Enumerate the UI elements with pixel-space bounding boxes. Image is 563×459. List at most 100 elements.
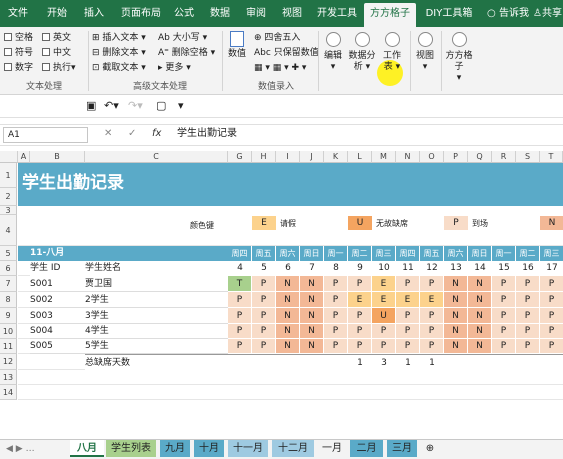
tab-insert[interactable]: 插入 [80,0,108,27]
checkbox-symbol[interactable]: 符号 [4,47,33,59]
row-header[interactable]: 9 [0,308,17,324]
tab-fangfang[interactable]: 方方格子 [364,3,416,27]
tab-home[interactable]: 开始 [42,0,72,27]
attendance-cell[interactable]: E [372,292,396,308]
column-header[interactable]: S [516,151,540,163]
column-header[interactable]: A [18,151,30,163]
checkbox-number[interactable]: 数字 [4,62,33,74]
attendance-cell[interactable]: N [468,276,492,292]
attendance-cell[interactable]: P [420,324,444,339]
attendance-cell[interactable]: P [348,324,372,339]
attendance-cell[interactable]: P [516,292,540,308]
attendance-cell[interactable]: P [252,292,276,308]
sheet-tab[interactable]: 一月 [318,440,346,457]
sheet-tab[interactable]: 三月 [387,440,417,457]
view-button[interactable]: 视图 ▾ [412,32,438,73]
attendance-cell[interactable]: N [276,276,300,292]
attendance-cell[interactable]: P [228,292,252,308]
attendance-cell[interactable]: P [516,308,540,324]
attendance-cell[interactable]: P [324,276,348,292]
attendance-cell[interactable]: P [516,324,540,339]
attendance-cell[interactable]: N [444,339,468,354]
sheet-tab[interactable]: 九月 [160,440,190,457]
fangfang-button[interactable]: 方方格子 ▾ [442,32,476,84]
attendance-cell[interactable]: P [324,292,348,308]
case-button[interactable]: Ab 大小写 ▾ [158,32,207,44]
attendance-cell[interactable]: N [468,324,492,339]
row-header[interactable]: 7 [0,276,17,292]
worksheet-button[interactable]: 工作表 ▾ [380,32,404,73]
attendance-cell[interactable]: P [228,324,252,339]
column-header[interactable]: H [252,151,276,163]
row-header[interactable]: 8 [0,292,17,308]
attendance-cell[interactable]: U [372,308,396,324]
sheet-tab[interactable]: 八月 [70,440,104,457]
attendance-cell[interactable]: N [444,292,468,308]
row-header[interactable]: 10 [0,324,17,339]
sheet-tab[interactable]: 十一月 [228,440,268,457]
attendance-cell[interactable]: P [492,339,516,354]
column-header[interactable]: T [540,151,563,163]
attendance-cell[interactable]: P [492,324,516,339]
column-header[interactable]: C [85,151,228,163]
attendance-cell[interactable]: E [348,292,372,308]
row-header[interactable]: 6 [0,261,17,276]
row-header[interactable]: 1 [0,163,17,188]
keep-value-button[interactable]: Abc 只保留数值 [254,47,319,59]
row-header[interactable]: 12 [0,354,17,370]
column-header[interactable]: L [348,151,372,163]
attendance-cell[interactable]: P [396,276,420,292]
cancel-icon[interactable]: ✕ [104,128,112,139]
attendance-cell[interactable]: N [276,308,300,324]
attendance-cell[interactable]: P [348,308,372,324]
enter-icon[interactable]: ✓ [128,128,136,139]
sheet-title[interactable]: 学生出勤记录 [22,170,124,196]
name-box[interactable]: A1 [3,127,88,143]
student-name[interactable]: 3学生 [85,308,228,324]
sheet-tab[interactable]: 学生列表 [106,440,156,457]
attendance-cell[interactable]: E [396,292,420,308]
row-header[interactable]: 3 [0,206,17,215]
attendance-cell[interactable]: T [228,276,252,292]
attendance-cell[interactable]: N [276,324,300,339]
camera-icon[interactable]: ▢ [156,100,166,112]
delete-space-button[interactable]: A⁼ 删除空格 ▾ [158,47,215,59]
tab-review[interactable]: 审阅 [242,0,270,27]
data-analysis-button[interactable]: 数据分析 ▾ [346,32,378,73]
row-header[interactable]: 11 [0,339,17,354]
attendance-cell[interactable]: P [516,276,540,292]
edit-button[interactable]: 编辑 ▾ [321,32,345,73]
attendance-cell[interactable]: P [372,324,396,339]
student-id[interactable]: S001 [30,276,85,292]
attendance-cell[interactable]: P [492,292,516,308]
extract-text-button[interactable]: ⊡ 截取文本 ▾ [92,62,146,74]
tab-file[interactable]: 文件 [4,0,32,27]
column-header[interactable]: O [420,151,444,163]
column-header[interactable]: I [276,151,300,163]
customize-icon[interactable]: ▾ [178,100,184,112]
attendance-cell[interactable]: P [324,308,348,324]
more-button[interactable]: ▸ 更多 ▾ [158,62,191,74]
student-name[interactable]: 贾卫国 [85,276,228,292]
attendance-cell[interactable]: N [444,308,468,324]
attendance-cell[interactable]: N [300,308,324,324]
row-header[interactable]: 5 [0,246,17,261]
attendance-cell[interactable]: P [420,276,444,292]
add-sheet-icon[interactable]: ⊕ [422,440,438,457]
attendance-cell[interactable]: P [228,308,252,324]
attendance-cell[interactable]: P [324,339,348,354]
attendance-cell[interactable]: N [300,339,324,354]
attendance-cell[interactable]: P [348,339,372,354]
formula-input[interactable]: 学生出勤记录 [177,126,237,142]
attendance-cell[interactable]: P [324,324,348,339]
sheet-tab[interactable]: 十月 [194,440,224,457]
save-icon[interactable]: ▣ [86,100,96,112]
undo-icon[interactable]: ↶▾ [104,100,119,112]
column-header[interactable]: M [372,151,396,163]
delete-text-button[interactable]: ⊟ 删除文本 ▾ [92,47,146,59]
checkbox-space[interactable]: 空格 [4,32,33,44]
tab-view[interactable]: 视图 [278,0,306,27]
attendance-cell[interactable]: P [228,339,252,354]
row-header[interactable]: 13 [0,370,17,385]
attendance-cell[interactable]: N [468,292,492,308]
